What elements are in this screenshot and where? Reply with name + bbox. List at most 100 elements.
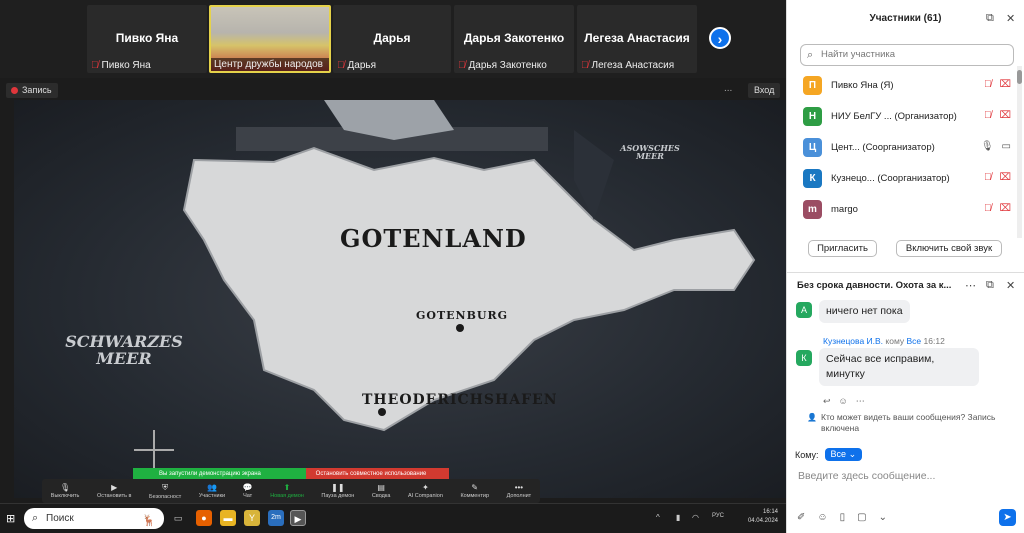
ai-companion-button[interactable]: ✦ AI Companion	[408, 483, 443, 499]
recipient-dropdown[interactable]: Все ⌄	[824, 448, 863, 461]
more-dots-icon[interactable]: ...	[724, 83, 732, 94]
recording-indicator[interactable]: Запись	[6, 83, 58, 98]
toolbar-label: Комментир	[460, 493, 490, 499]
side-panel: Участники (61) ⧉ ✕ Найти участника П Пив…	[786, 0, 1024, 533]
close-icon[interactable]: ✕	[1006, 12, 1015, 25]
language-indicator[interactable]: РУС	[712, 513, 724, 519]
shared-screen-map: GOTENLAND GOTENBURG THEODERICHSHAFEN SCH…	[14, 100, 786, 498]
taskbar-search[interactable]: Поиск 🦌	[24, 508, 164, 529]
video-tile[interactable]: Пивко Яна 🎙̸ Пивко Яна	[87, 5, 207, 73]
stop-video-button[interactable]: ▶ Остановить в	[97, 483, 131, 499]
participant-name: Цент... (Соорганизатор)	[831, 142, 935, 153]
meeting-area: Пивко Яна 🎙̸ Пивко Яна Центр дружбы народ…	[0, 0, 786, 533]
compass	[134, 430, 174, 472]
zoom-app-icon[interactable]: ▶	[290, 510, 306, 526]
chat-icon: 💬	[242, 483, 253, 492]
chat-message-meta: Кузнецова И.В. кому Все 16:12	[823, 336, 945, 346]
close-icon[interactable]: ✕	[1006, 279, 1015, 292]
chat-button[interactable]: 💬 Чат	[243, 483, 253, 499]
annotate-button[interactable]: ✎ Комментир	[460, 483, 489, 499]
mic-muted-icon[interactable]: 🎙̸	[984, 172, 992, 183]
pen-icon: ✎	[471, 483, 479, 492]
video-off-icon[interactable]: ⌧	[999, 110, 1011, 121]
meeting-toolbar: 🎙 Выключить ▶ Остановить в ⛨ Безопасност 👥 У…	[42, 479, 540, 503]
recipient: Все	[906, 336, 922, 346]
participant-row[interactable]: К Кузнецо... (Соорганизатор) 🎙̸ ⌧	[787, 163, 1017, 194]
popout-icon[interactable]: ⧉	[986, 12, 994, 25]
yandex-icon[interactable]: Y	[244, 510, 260, 526]
security-button[interactable]: ⛨ Безопасност	[149, 483, 181, 500]
folder-icon[interactable]: ▬	[220, 510, 236, 526]
participant-row[interactable]: Н НИУ БелГУ ... (Организатор) 🎙̸ ⌧	[787, 101, 1017, 132]
reply-icon[interactable]: ↩	[823, 396, 831, 407]
mic-muted-icon[interactable]: 🎙̸	[984, 203, 992, 214]
video-off-icon[interactable]: ⌧	[999, 79, 1011, 90]
firefox-icon[interactable]: ●	[196, 510, 212, 526]
participant-row[interactable]: m margo 🎙̸ ⌧	[787, 194, 1017, 225]
toolbar-label: Сводка	[371, 493, 391, 499]
participant-row[interactable]: П Пивко Яна (Я) 🎙̸ ⌧	[787, 70, 1017, 101]
participant-search-input[interactable]: Найти участника	[800, 44, 1014, 66]
participant-scrollbar[interactable]	[1017, 66, 1022, 238]
sparkle-icon: ✦	[422, 483, 429, 492]
tray-chevron-icon[interactable]: ^	[656, 513, 660, 522]
toolbar-label: AI Companion	[408, 493, 443, 499]
video-tile-active[interactable]: Центр дружбы народов	[209, 5, 331, 73]
more-icon[interactable]: ⋯	[965, 279, 976, 292]
chevron-down-icon[interactable]: ⌄	[879, 512, 887, 523]
wifi-icon[interactable]: ◠	[692, 513, 699, 522]
popout-icon[interactable]: ⧉	[986, 279, 994, 292]
zoom-window: Пивко Яна 🎙̸ Пивко Яна Центр дружбы народ…	[0, 0, 1024, 533]
avatar: К	[796, 350, 812, 366]
chat-message[interactable]: ничего нет пока	[819, 300, 910, 323]
tile-name: Легеза Анастасия	[584, 31, 690, 45]
tile-name: Дарья Закотенко	[463, 31, 565, 45]
more-button[interactable]: ••• Дополнит	[507, 483, 532, 499]
avatar: Ц	[803, 138, 822, 157]
toolbar-label: Новая демон	[270, 493, 304, 499]
battery-icon[interactable]: ▮	[676, 513, 680, 522]
video-tile[interactable]: Дарья 🎙̸ Дарья	[333, 5, 451, 73]
video-tile[interactable]: Легеза Анастасия 🎙̸ Легеза Анастасия	[577, 5, 697, 73]
emoji-react-icon[interactable]: ☺	[839, 396, 848, 407]
clock[interactable]: 16:14 04.04.2024	[748, 508, 778, 526]
to-label: Кому:	[795, 449, 819, 460]
task-view-icon[interactable]: ▭	[170, 510, 186, 526]
file-icon[interactable]: ▯	[840, 512, 846, 523]
app-icon[interactable]: 2m	[268, 510, 284, 526]
mic-muted-icon[interactable]: 🎙̸	[984, 79, 992, 90]
participants-button[interactable]: 👥 Участники	[199, 483, 225, 499]
chat-message[interactable]: Сейчас все исправим, минутку	[819, 348, 979, 386]
clock-time: 16:14	[762, 509, 778, 515]
unmute-self-button[interactable]: Включить свой звук	[896, 240, 1002, 257]
mic-muted-icon[interactable]: 🎙̸	[984, 110, 992, 121]
summary-button[interactable]: ▤ Сводка	[372, 483, 391, 499]
message-line: Сейчас все исправим,	[826, 353, 935, 365]
deer-icon: 🦌	[142, 515, 156, 527]
sender-name[interactable]: Кузнецова И.В.	[823, 336, 883, 346]
enter-button[interactable]: Вход	[748, 83, 781, 98]
new-share-button[interactable]: ⬆ Новая демон	[270, 483, 304, 499]
chevron-right-icon[interactable]: ›	[709, 27, 731, 49]
stop-share-button[interactable]: Остановить совместное использование	[305, 468, 449, 479]
pause-share-button[interactable]: ❚❚ Паузa демон	[321, 483, 354, 499]
chat-visibility-note[interactable]: Кто может видеть ваши сообщения? Запись …	[807, 412, 1017, 434]
share-screen-icon: ⬆	[283, 483, 291, 492]
message-input[interactable]: Введите здесь сообщение...	[798, 470, 935, 482]
windows-start-icon[interactable]: ⊞	[6, 512, 15, 525]
participant-row[interactable]: Ц Цент... (Соорганизатор) 🎙 ▭	[787, 132, 1017, 163]
video-camera-icon[interactable]: ▭	[1002, 141, 1011, 152]
tile-label: 🎙̸ Пивко Яна	[91, 60, 151, 71]
video-off-icon[interactable]: ⌧	[999, 203, 1011, 214]
video-tile[interactable]: Дарья Закотенко 🎙̸ Дарья Закотенко	[454, 5, 574, 73]
screenshot-icon[interactable]: ▢	[857, 512, 866, 523]
video-off-icon[interactable]: ⌧	[999, 172, 1011, 183]
more-icon[interactable]: ⋯	[856, 396, 865, 407]
mute-button[interactable]: 🎙 Выключить	[51, 483, 80, 499]
windows-taskbar: ⊞ Поиск 🦌 ▭ ● ▬ Y 2m ▶ ^ ▮ ◠ РУС 16:14 04…	[0, 503, 786, 533]
microphone-icon[interactable]: 🎙	[981, 141, 994, 152]
send-button[interactable]: ➤	[999, 509, 1016, 526]
emoji-icon[interactable]: ☺	[817, 512, 827, 523]
invite-button[interactable]: Пригласить	[808, 240, 877, 257]
format-icon[interactable]: ✐	[797, 512, 805, 523]
